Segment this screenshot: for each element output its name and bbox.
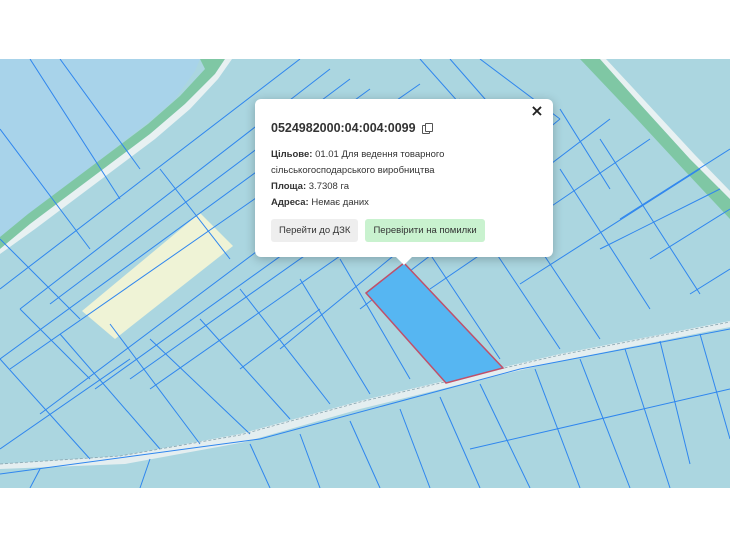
parcel-details: Цільове: 01.01 Для ведення товарного сіл… <box>271 147 537 211</box>
cadastral-number-row: 0524982000:04:004:0099 <box>271 121 537 135</box>
purpose-label: Цільове: <box>271 149 313 160</box>
parcel-info-popup: × 0524982000:04:004:0099 Цільове: 01.01 … <box>255 99 553 265</box>
address-row: Адреса: Немає даних <box>271 195 537 211</box>
area-label: Площа: <box>271 181 307 192</box>
address-value: Немає даних <box>311 197 369 208</box>
copy-icon[interactable] <box>421 123 433 134</box>
area-row: Площа: 3.7308 га <box>271 179 537 195</box>
close-icon[interactable]: × <box>529 103 545 119</box>
cadastral-number: 0524982000:04:004:0099 <box>271 121 416 135</box>
popup-pointer <box>396 257 412 265</box>
go-to-dzk-button[interactable]: Перейти до ДЗК <box>271 219 359 242</box>
address-label: Адреса: <box>271 197 309 208</box>
popup-actions: Перейти до ДЗК Перевірити на помилки <box>271 219 537 242</box>
purpose-row: Цільове: 01.01 Для ведення товарного сіл… <box>271 147 537 179</box>
check-errors-button[interactable]: Перевірити на помилки <box>365 219 485 242</box>
area-value: 3.7308 га <box>308 181 350 192</box>
